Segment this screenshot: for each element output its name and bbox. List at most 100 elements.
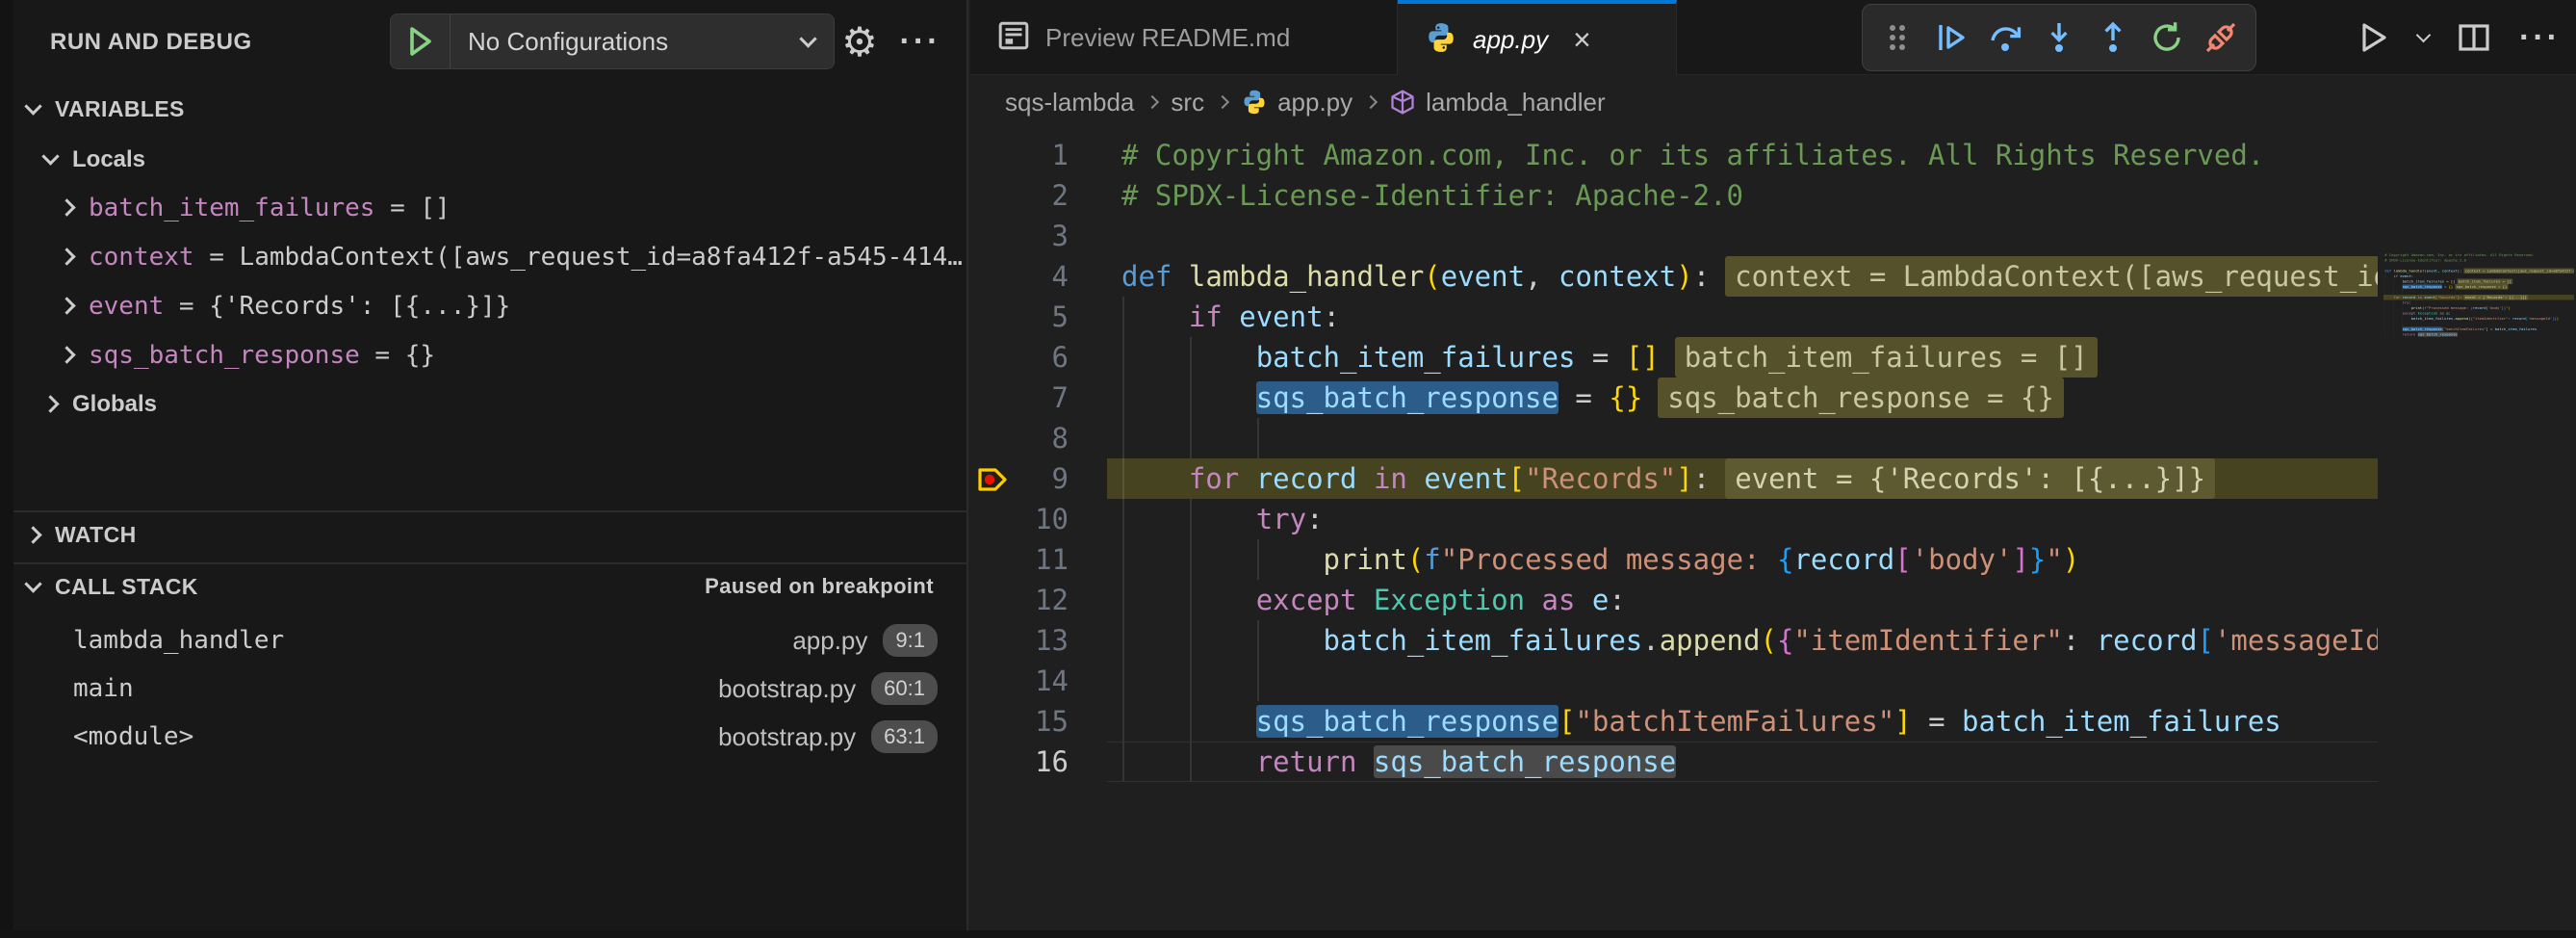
line-number[interactable]: 15 [970,701,1069,742]
editor-actions: ··· [2345,0,2570,75]
line-number[interactable]: 10 [970,499,1069,539]
run-and-debug-header: RUN AND DEBUG No Configurations ⚙ ··· [0,0,966,85]
chevron-right-icon [1216,95,1229,109]
disconnect-button[interactable] [2196,11,2246,65]
tab-preview-readme[interactable]: Preview README.md [970,0,1398,75]
call-stack-frame[interactable]: lambda_handlerapp.py9:1 [0,616,966,664]
variables-scope-locals[interactable]: Locals [0,135,966,184]
code-editor[interactable]: 1 # Copyright Amazon.com, Inc. or its aff… [970,129,2576,938]
step-into-button[interactable] [2034,11,2084,65]
variables-header-label: VARIABLES [55,96,185,122]
variable-row[interactable]: batch_item_failures = [] [0,183,966,232]
chevron-right-icon [41,395,59,412]
chevron-right-icon [1364,95,1378,109]
code-line[interactable]: 2# SPDX-License-Identifier: Apache-2.0 [970,175,2576,216]
line-number[interactable]: 3 [970,216,1069,256]
line-number[interactable]: 8 [970,418,1069,458]
line-number[interactable]: 7 [970,378,1069,418]
toolbar-drag-handle[interactable] [1872,11,1922,65]
run-and-debug-sidebar: RUN AND DEBUG No Configurations ⚙ ··· VA… [0,0,968,938]
variables-scope-globals[interactable]: Globals [0,379,966,429]
launch-configuration-dropdown[interactable]: No Configurations [390,13,835,69]
line-column-badge: 63:1 [871,720,938,753]
symbol-method-icon [1389,89,1416,116]
code-line[interactable]: 7 sqs_batch_response = {}sqs_batch_respo… [970,378,2576,418]
line-number[interactable]: 13 [970,620,1069,661]
line-number[interactable]: 11 [970,539,1069,580]
breadcrumb-folder[interactable]: src [1171,88,1204,117]
window-edge [0,930,2576,938]
watch-section-header[interactable]: WATCH [0,512,966,557]
variable-row[interactable]: event = {'Records': [{...}]} [0,281,966,330]
more-actions-icon[interactable]: ··· [893,13,947,69]
line-number[interactable]: 1 [970,135,1069,175]
python-icon [1425,21,1457,59]
call-stack-frame[interactable]: <module>bootstrap.py63:1 [0,713,966,761]
code-line[interactable]: 8 [970,418,2576,458]
tab-label: app.py [1473,25,1548,55]
code-line[interactable]: 1# Copyright Amazon.com, Inc. or its aff… [970,135,2576,175]
line-number[interactable]: 12 [970,580,1069,620]
line-number[interactable]: 6 [970,337,1069,378]
line-number[interactable]: 4 [970,256,1069,297]
breadcrumb-folder[interactable]: sqs-lambda [1005,88,1134,117]
code-line[interactable]: 14 [970,661,2576,701]
variable-row[interactable]: sqs_batch_response = {} [0,330,966,379]
more-actions-icon[interactable]: ··· [2510,11,2570,65]
close-icon[interactable]: × [1573,24,1591,55]
configuration-dropdown-label[interactable]: No Configurations [451,27,802,57]
step-out-button[interactable] [2088,11,2138,65]
line-number[interactable]: 14 [970,661,1069,701]
line-number[interactable]: 5 [970,297,1069,337]
code-line[interactable]: 15 sqs_batch_response["batchItemFailures… [970,701,2576,742]
tab-bar: Preview README.md app.py × [970,0,2576,75]
inline-debug-value: sqs_batch_response = {} [1658,378,2064,418]
sidebar-title: RUN AND DEBUG [50,29,252,56]
paused-status: Paused on breakpoint [705,574,934,599]
watch-header-label: WATCH [55,522,137,548]
minimap[interactable]: # Copyright Amazon.com, Inc. or its affi… [2383,252,2574,378]
variables-section-header[interactable]: VARIABLES [0,87,966,131]
chevron-down-icon [41,147,59,165]
code-line[interactable]: 10 try: [970,499,2576,539]
call-stack-frame[interactable]: mainbootstrap.py60:1 [0,664,966,713]
code-line[interactable]: 4def lambda_handler(event, context):cont… [970,256,2576,297]
call-stack-header-label: CALL STACK [55,574,198,600]
chevron-right-icon [58,198,75,216]
debug-toolbar [1862,4,2256,71]
code-line[interactable]: 12 except Exception as e: [970,580,2576,620]
line-number[interactable]: 2 [970,175,1069,216]
code-line[interactable]: 5 if event: [970,297,2576,337]
markdown-preview-icon [997,19,1030,57]
breadcrumb-symbol[interactable]: lambda_handler [1389,88,1605,117]
chevron-right-icon [58,297,75,314]
chevron-down-icon [24,575,41,592]
vscode-window: RUN AND DEBUG No Configurations ⚙ ··· VA… [0,0,2576,938]
code-line[interactable]: 9 for record in event["Records"]:event =… [970,458,2576,499]
code-line[interactable]: 6 batch_item_failures = []batch_item_fai… [970,337,2576,378]
code-line[interactable]: 3 [970,216,2576,256]
code-line[interactable]: 11 print(f"Processed message: {record['b… [970,539,2576,580]
gear-icon[interactable]: ⚙ [834,13,886,69]
restart-button[interactable] [2142,11,2192,65]
inline-debug-value: event = {'Records': [{...}]} [1725,458,2215,499]
breadcrumb-file[interactable]: app.py [1241,88,1352,117]
chevron-right-icon [58,248,75,265]
chevron-right-icon [24,526,41,543]
line-number[interactable]: 16 [970,742,1069,782]
start-debugging-icon[interactable] [391,14,451,68]
variable-row[interactable]: context = LambdaContext([aws_request_id=… [0,232,966,281]
step-over-button[interactable] [1980,11,2030,65]
inline-debug-value: context = LambdaContext([aws_request_id=… [1725,256,2378,297]
split-editor-button[interactable] [2446,11,2502,65]
tab-app-py[interactable]: app.py × [1398,0,1677,75]
run-options-chevron-icon[interactable] [2409,11,2438,65]
chevron-down-icon [24,97,41,115]
run-python-file-button[interactable] [2345,11,2401,65]
call-stack-section-header[interactable]: CALL STACK Paused on breakpoint [0,564,966,609]
window-edge [0,0,13,938]
line-column-badge: 9:1 [883,624,938,657]
code-line[interactable]: 16 return sqs_batch_response [970,742,2576,782]
continue-button[interactable] [1926,11,1976,65]
code-line[interactable]: 13 batch_item_failures.append({"itemIden… [970,620,2576,661]
